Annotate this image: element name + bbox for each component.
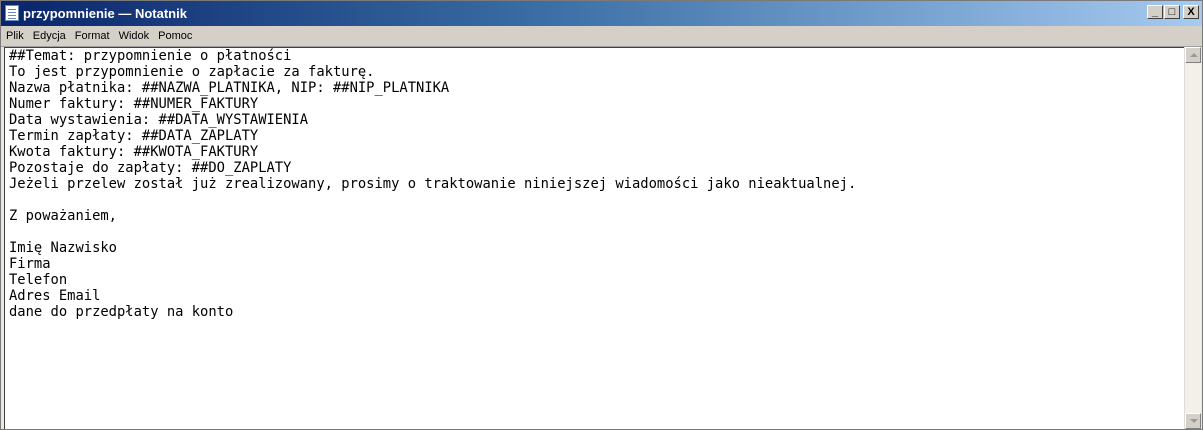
text-line: Adres Email <box>9 288 101 304</box>
text-line: Nazwa płatnika: ##NAZWA_PLATNIKA, NIP: #… <box>9 80 450 96</box>
vertical-scrollbar[interactable] <box>1184 47 1201 429</box>
text-line: Data wystawienia: ##DATA_WYSTAWIENIA <box>9 112 309 128</box>
scroll-up-arrow-icon[interactable] <box>1185 47 1201 63</box>
text-line: Jeżeli przelew został już zrealizowany, … <box>9 176 857 192</box>
menu-bar: Plik Edycja Format Widok Pomoc <box>1 26 1202 47</box>
text-line: Numer faktury: ##NUMER_FAKTURY <box>9 96 259 112</box>
menu-edycja[interactable]: Edycja <box>28 26 70 42</box>
menu-format[interactable]: Format <box>70 26 114 42</box>
minimize-button[interactable]: _ <box>1147 5 1163 19</box>
text-line: Telefon <box>9 272 68 288</box>
title-bar[interactable]: przypomnienie — Notatnik _ □ X <box>1 1 1202 26</box>
text-line: Firma <box>9 256 51 272</box>
notepad-window: przypomnienie — Notatnik _ □ X Plik Edyc… <box>0 0 1203 430</box>
text-line: dane do przedpłaty na konto <box>9 304 234 320</box>
close-button[interactable]: X <box>1183 5 1199 19</box>
menu-widok[interactable]: Widok <box>114 26 154 42</box>
text-line <box>9 192 1184 208</box>
scroll-down-arrow-icon[interactable] <box>1185 413 1201 429</box>
text-line: Termin zapłaty: ##DATA_ZAPLATY <box>9 128 259 144</box>
window-controls: _ □ X <box>1146 5 1199 21</box>
notepad-icon[interactable] <box>5 5 19 21</box>
maximize-button[interactable]: □ <box>1164 5 1180 19</box>
text-line: Kwota faktury: ##KWOTA_FAKTURY <box>9 144 259 160</box>
text-line: Imię Nazwisko <box>9 240 117 256</box>
text-line: To jest przypomnienie o zapłacie za fakt… <box>9 64 375 80</box>
text-line <box>9 224 1184 240</box>
menu-plik[interactable]: Plik <box>1 26 28 42</box>
text-line: Pozostaje do zapłaty: ##DO_ZAPLATY <box>9 160 292 176</box>
window-title: przypomnienie — Notatnik <box>23 6 187 21</box>
text-line: Z poważaniem, <box>9 208 117 224</box>
text-line: ##Temat: przypomnienie o płatności <box>9 48 292 64</box>
text-editor-area[interactable]: ##Temat: przypomnienie o płatności To je… <box>4 47 1184 429</box>
menu-pomoc[interactable]: Pomoc <box>153 26 196 42</box>
